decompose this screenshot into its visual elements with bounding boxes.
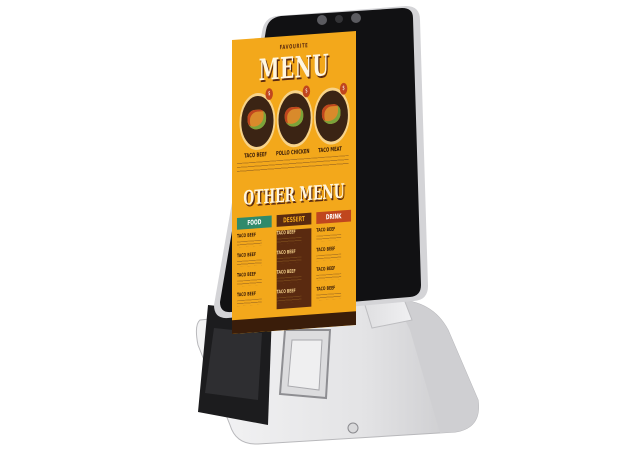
list-item[interactable]: TACO BEEF [316,245,351,267]
dish-desc-1 [236,160,275,173]
price-badge-3: $ [339,82,348,95]
dish-label-2: POLLO CHICKEN [276,148,310,158]
list-item[interactable]: TACO BEEF [237,290,272,312]
camera-lens-left [317,15,327,25]
menu-screen[interactable]: FAVOURITE MENU $ $ $ TACO BEEF POLLO CHI… [232,31,356,334]
dish-image-1[interactable] [239,91,276,152]
dessert-list: TACO BEEF TACO BEEF TACO BEEF TACO BEEF [276,228,312,310]
dish-desc-2 [274,157,312,171]
card-reader-screen [287,339,323,391]
list-item[interactable]: TACO BEEF [237,251,272,273]
list-item[interactable]: TACO BEEF [316,284,351,306]
list-item[interactable]: TACO BEEF [277,267,312,289]
section-title: OTHER MENU [243,178,345,210]
camera-lens-center [335,15,343,23]
list-item[interactable]: TACO BEEF [277,287,312,309]
drink-list: TACO BEEF TACO BEEF TACO BEEF TACO BEEF [316,225,351,306]
dish-label-1: TACO BEEF [244,151,267,160]
power-button [347,422,359,434]
camera-lens-right [351,13,361,23]
tab-food[interactable]: FOOD [236,215,272,230]
price-badge-1: $ [265,87,273,101]
list-item[interactable]: TACO BEEF [237,270,272,292]
tab-drink[interactable]: DRINK [316,209,352,224]
dish-label-3: TACO MEAT [318,145,342,155]
list-item[interactable]: TACO BEEF [316,265,351,287]
dish-desc-3 [311,155,349,168]
list-item[interactable]: TACO BEEF [237,231,272,253]
dish-image-2[interactable] [276,89,313,149]
tab-dessert[interactable]: DESSERT [276,212,312,227]
dish-image-3[interactable] [313,86,350,146]
price-badge-2: $ [302,85,311,98]
printer-inner [205,328,262,400]
list-item[interactable]: TACO BEEF [277,228,312,250]
list-item[interactable]: TACO BEEF [277,248,312,270]
list-item[interactable]: TACO BEEF [316,225,351,247]
food-list: TACO BEEF TACO BEEF TACO BEEF TACO BEEF [237,231,272,312]
